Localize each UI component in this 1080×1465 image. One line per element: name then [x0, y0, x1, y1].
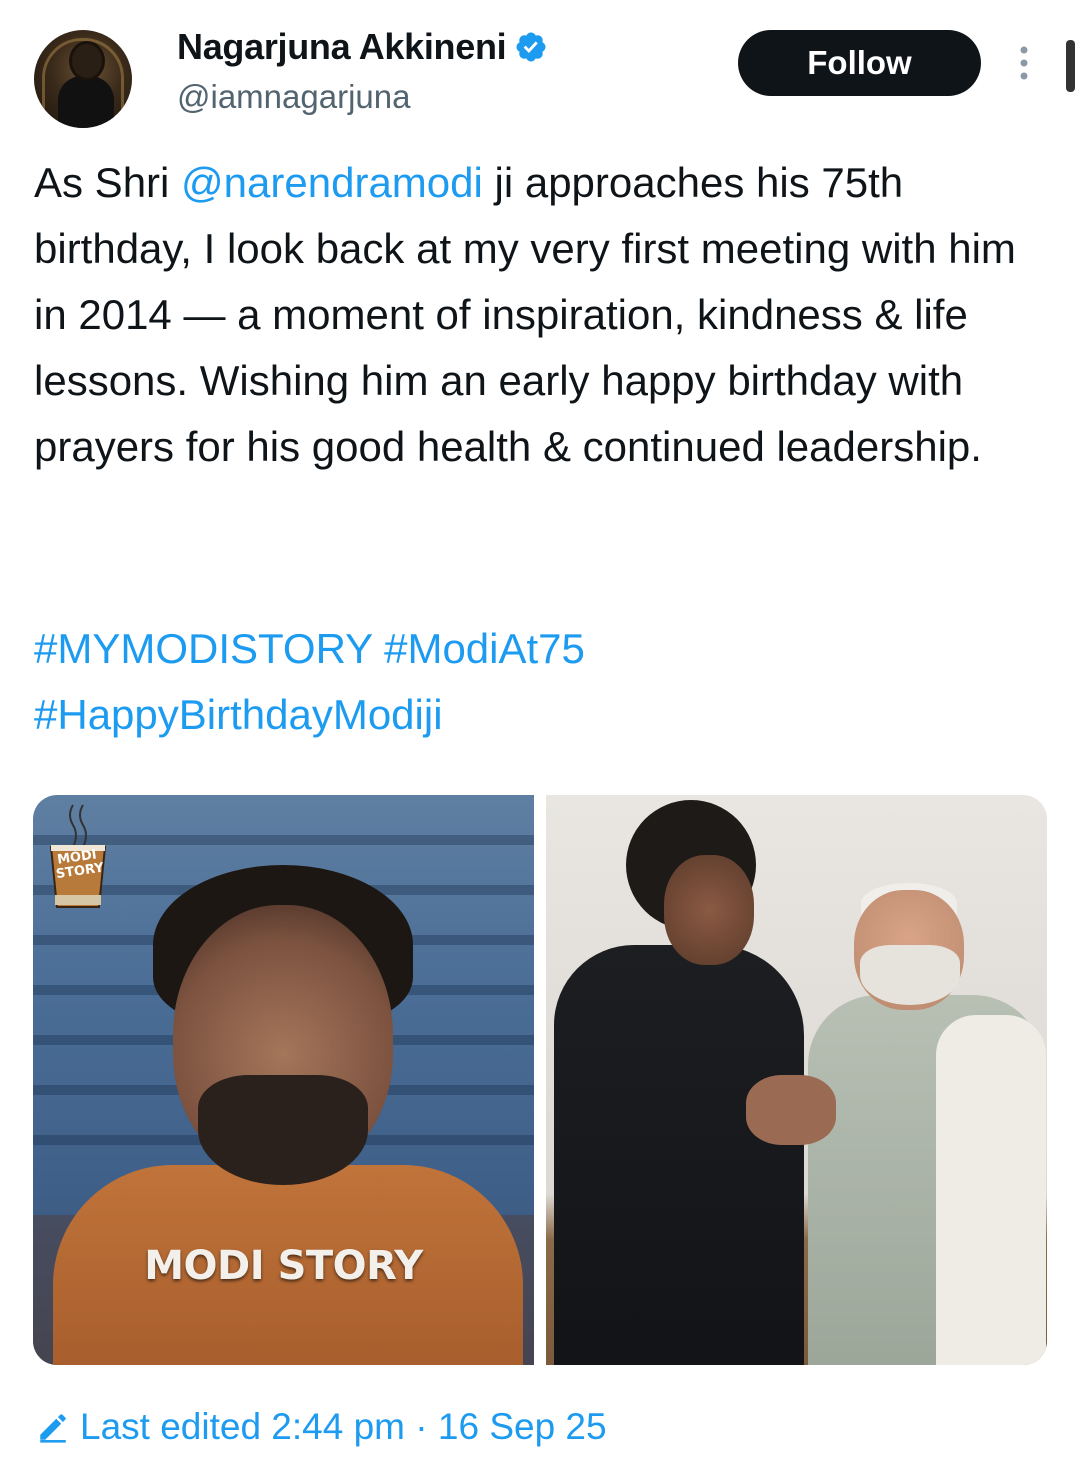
pencil-icon: [40, 1414, 66, 1443]
video-caption: MODI STORY: [144, 1243, 423, 1289]
follow-button[interactable]: Follow: [738, 30, 981, 96]
hashtag-link[interactable]: #MYMODISTORY: [34, 625, 372, 672]
avatar[interactable]: [34, 30, 132, 128]
last-edited-text[interactable]: Last edited 2:44 pm · 16 Sep 25: [80, 1406, 607, 1448]
tweet-text: As Shri @narendramodi ji approaches his …: [34, 150, 1054, 480]
person-left-jacket: [554, 945, 804, 1365]
author-handle[interactable]: @iamnagarjuna: [177, 78, 410, 116]
person-left-face: [664, 855, 754, 965]
hashtag-link[interactable]: #HappyBirthdayModiji: [34, 691, 443, 738]
last-edited-row[interactable]: Last edited 2:44 pm · 16 Sep 25: [36, 1406, 607, 1448]
display-name[interactable]: Nagarjuna Akkineni: [177, 26, 507, 68]
author-name-row[interactable]: Nagarjuna Akkineni: [177, 26, 548, 68]
media-grid: MODI STORY MODI STORY: [33, 795, 1047, 1365]
more-options-icon[interactable]: [1011, 42, 1037, 84]
avatar-figure: [58, 76, 114, 128]
person-beard: [198, 1075, 368, 1185]
media-image-right[interactable]: [546, 795, 1047, 1365]
handshake: [746, 1075, 836, 1145]
person-right-kurta: [936, 1015, 1046, 1365]
media-image-left[interactable]: MODI STORY MODI STORY: [33, 795, 534, 1365]
hashtag-link[interactable]: #ModiAt75: [384, 625, 585, 672]
verified-badge-icon: [516, 32, 546, 62]
person-right-beard: [860, 945, 960, 1005]
scrollbar[interactable]: [1066, 40, 1075, 92]
avatar-head: [72, 44, 102, 78]
hashtags: #MYMODISTORY #ModiAt75 #HappyBirthdayMod…: [34, 616, 1054, 748]
mention-link[interactable]: @narendramodi: [181, 159, 483, 206]
tweet-text-prefix: As Shri: [34, 159, 182, 206]
